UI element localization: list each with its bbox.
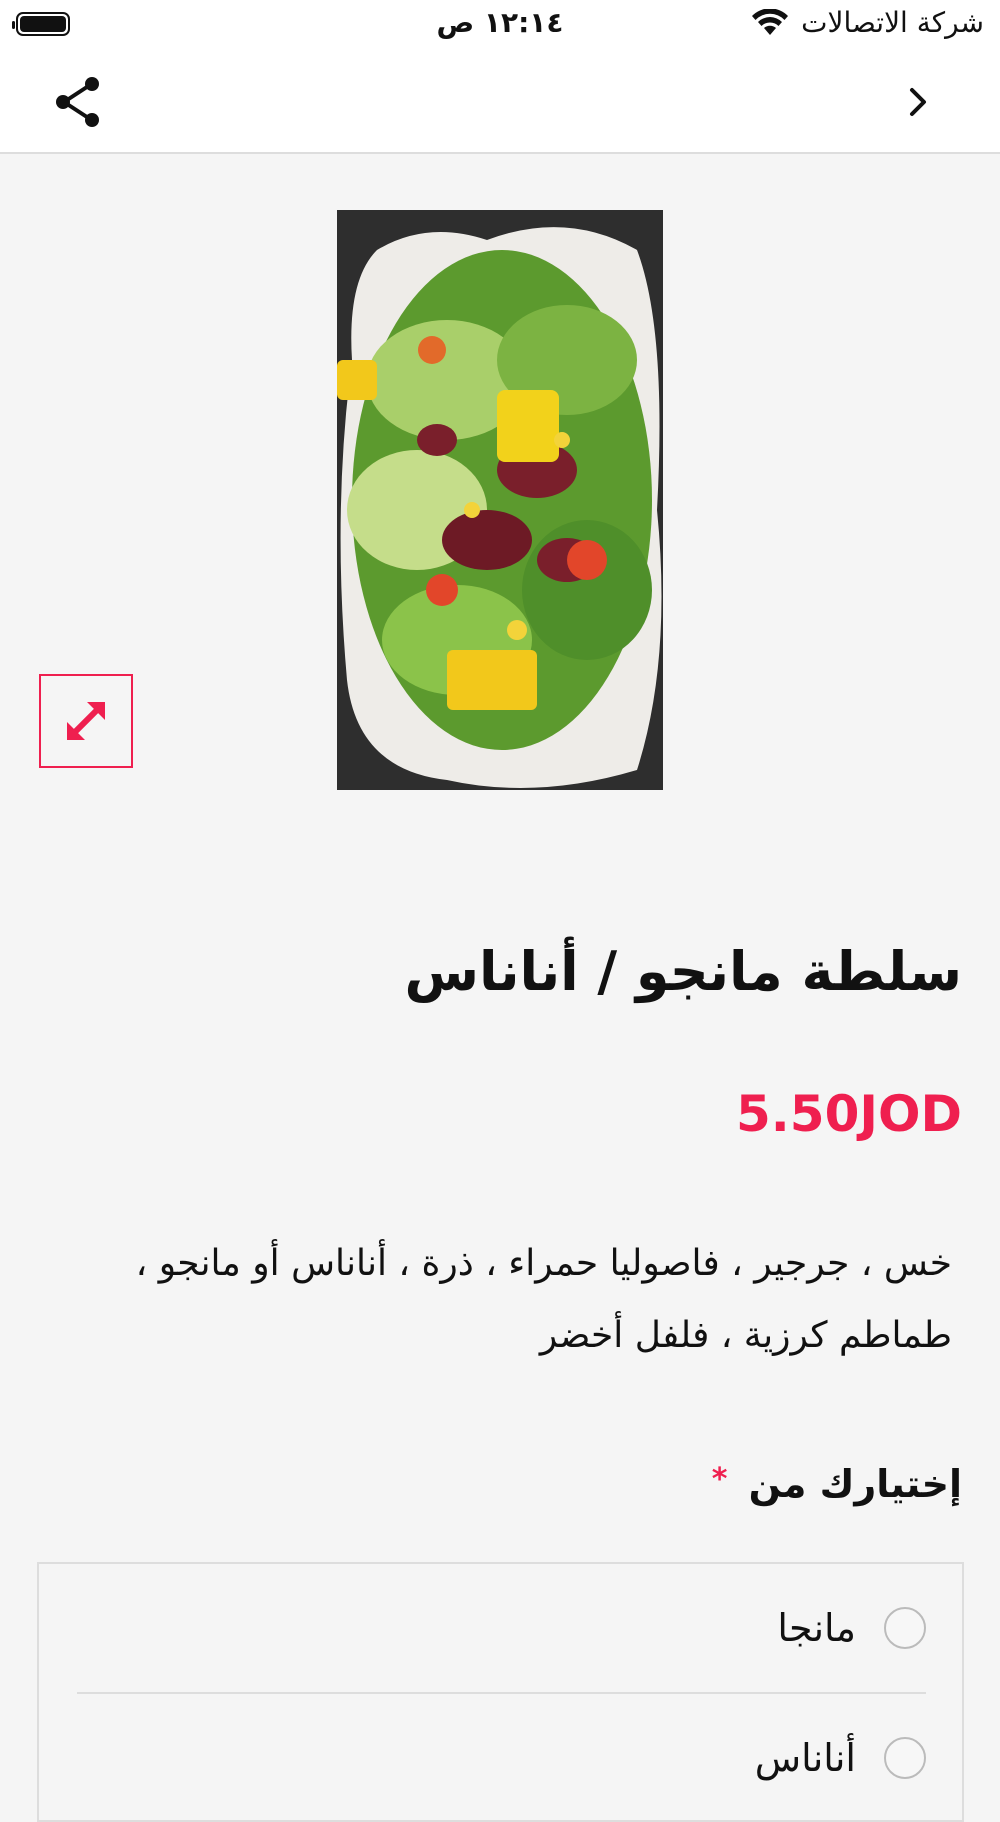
wifi-icon <box>752 8 789 35</box>
expand-image-button[interactable] <box>39 674 133 768</box>
options-heading-label: إختيارك من <box>748 1462 962 1506</box>
back-button[interactable] <box>896 80 940 124</box>
options-heading: إختيارك من * <box>362 1462 962 1506</box>
product-image[interactable] <box>337 210 663 790</box>
options-list: مانجا أناناس <box>37 1562 964 1822</box>
top-navigation-bar <box>0 50 1000 154</box>
chevron-right-icon <box>910 88 926 116</box>
option-label: مانجا <box>777 1606 856 1650</box>
radio-button[interactable] <box>884 1737 926 1779</box>
radio-button[interactable] <box>884 1607 926 1649</box>
status-carrier: شركة الاتصالات <box>751 6 984 39</box>
option-item-pineapple[interactable]: أناناس <box>77 1694 926 1822</box>
expand-icon <box>67 702 105 740</box>
product-description: خس ، جرجير ، فاصوليا حمراء ، ذرة ، أنانا… <box>135 1243 952 1356</box>
product-title: سلطة مانجو / أناناس <box>404 940 962 1003</box>
product-price: 5.50JOD <box>736 1085 962 1143</box>
option-item-mango[interactable]: مانجا <box>77 1564 926 1694</box>
share-icon <box>56 77 99 127</box>
required-mark: * <box>711 1462 728 1497</box>
salad-photo <box>337 210 663 790</box>
share-button[interactable] <box>50 74 106 130</box>
status-bar: ١٢:١٤ ص شركة الاتصالات <box>0 0 1000 50</box>
carrier-label: شركة الاتصالات <box>801 6 984 39</box>
option-label: أناناس <box>754 1736 856 1780</box>
